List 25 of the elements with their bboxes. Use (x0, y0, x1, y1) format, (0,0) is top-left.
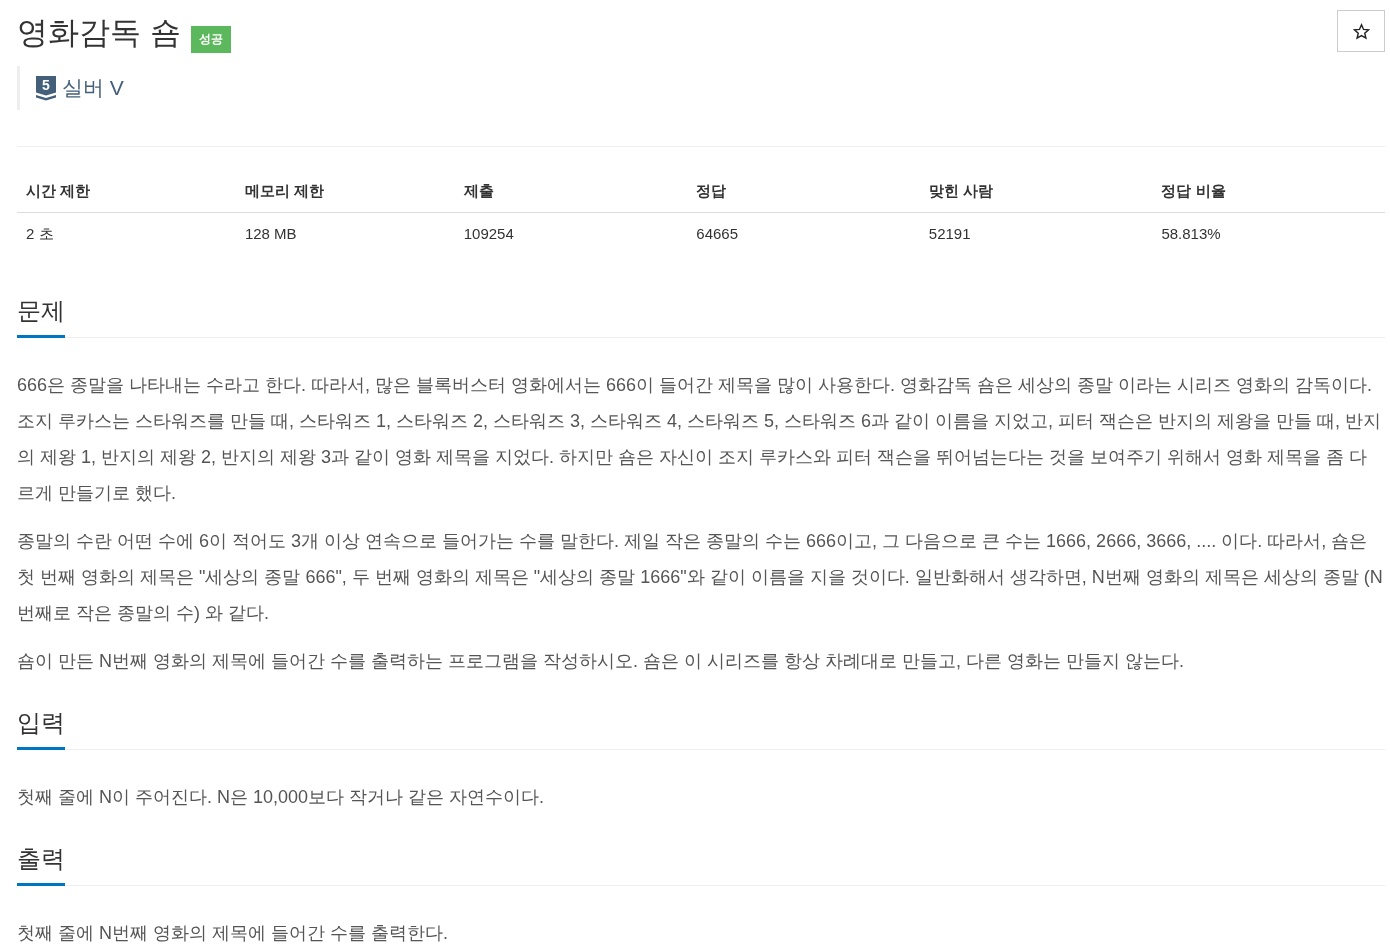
section-heading: 입력 (17, 705, 65, 750)
column-header: 메모리 제한 (235, 170, 455, 213)
paragraph: 첫째 줄에 N이 주어진다. N은 10,000보다 작거나 같은 자연수이다. (17, 786, 546, 809)
column-header: 맞힌 사람 (919, 170, 1153, 213)
column-header: 정답 (687, 170, 920, 213)
column-header: 시간 제한 (17, 170, 236, 213)
tier-badge: 5 (36, 75, 56, 101)
table-cell: 128 MB (235, 212, 455, 255)
table-cell: 52191 (919, 212, 1153, 255)
table-cell: 64665 (687, 212, 920, 255)
table-cell: 58.813% (1152, 212, 1385, 255)
column-header: 정답 비율 (1152, 170, 1385, 213)
paragraph: 종말의 수란 어떤 수에 6이 적어도 3개 이상 연속으로 들어가는 수를 말한다. 제일 작은 종말의 수는 666이고, 그 다음으로 큰 수는 1666, 2666, 3666, .... 이다. 따라서, 숌은 첫 번째 영화의 제목은 "세상의 종말 666", 두 번째 영화의 제목은 "세상의 종말 1666"와 같이 이름을 지을 것이다. 일반화해서 생각하면, N번째 영화의 제목은 세상의 종말 (N번째로 작은 종말의 수) 와 같다. (17, 530, 1384, 625)
paragraph: 숌이 만든 N번째 영화의 제목에 들어간 수를 출력하는 프로그램을 작성하시오. 숌은 이 시리즈를 항상 차례대로 만들고, 다른 영화는 만들지 않는다. (17, 650, 1186, 673)
paragraph: 666은 종말을 나타내는 수라고 한다. 따라서, 많은 블록버스터 영화에서는 666이 들어간 제목을 많이 사용한다. 영화감독 숌은 세상의 종말 이라는 시리즈 영화의 감독이다. 조지 루카스는 스타워즈를 만들 때, 스타워즈 1, 스타워즈 2, 스타워즈 3, 스타워즈 4, 스타워즈 5, 스타워즈 6과 같이 이름을 지었고, 피터 잭슨은 반지의 제왕을 만들 때, 반지의 제왕 1, 반지의 제왕 2, 반지의 제왕 3과 같이 영화 제목을 지었다. 하지만 숌은 자신이 조지 루카스와 피터 잭슨을 뛰어넘는다는 것을 보여주기 위해서 영화 제목을 좀 다르게 만들기로 했다. (17, 374, 1383, 505)
tier-name: 실버 V (62, 75, 124, 101)
star-button[interactable] (1337, 10, 1385, 52)
table-cell: 109254 (454, 212, 688, 255)
section-heading: 문제 (17, 293, 65, 338)
column-header: 제출 (454, 170, 688, 213)
paragraph: 첫째 줄에 N번째 영화의 제목에 들어간 수를 출력한다. (17, 922, 449, 945)
problem-title: 영화감독 숌 (17, 14, 181, 51)
table-cell: 2 초 (17, 212, 236, 255)
result-label: 성공 (190, 26, 231, 53)
section-heading: 출력 (17, 841, 65, 886)
